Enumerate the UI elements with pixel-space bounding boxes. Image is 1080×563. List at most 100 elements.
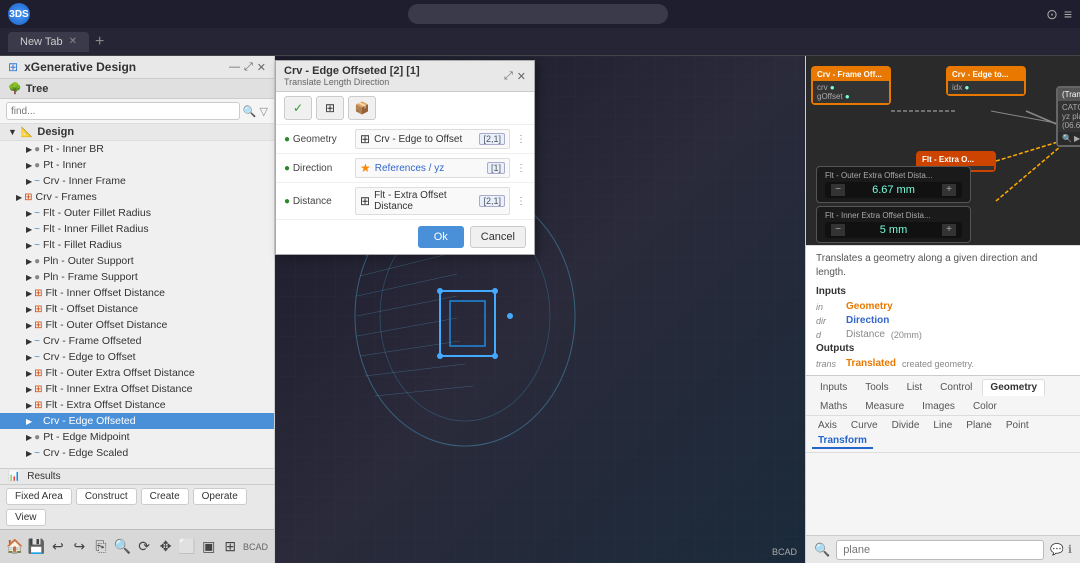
restore-icon[interactable]: ⤢	[244, 61, 253, 74]
dialog-toolbar-btn-3[interactable]: 📦	[348, 96, 376, 120]
props-row-distance: d Distance (20mm)	[816, 329, 1070, 340]
grid-icon[interactable]: ⊞	[221, 534, 239, 560]
bottom-tab-measure[interactable]: Measure	[857, 398, 912, 415]
tree-item[interactable]: ▶~Flt - Fillet Radius	[0, 237, 274, 253]
menu-icon[interactable]: ≡	[1064, 6, 1072, 23]
search-bar[interactable]	[408, 4, 668, 24]
distance-expand-icon[interactable]: ⋮	[516, 196, 526, 207]
tree-item[interactable]: ▶~Crv - Edge Offseted	[0, 413, 274, 429]
slider-inner-plus[interactable]: +	[942, 224, 956, 236]
tree-item[interactable]: ▶~Crv - Edge Scaled	[0, 445, 274, 461]
tree-item[interactable]: ▶●Pt - Inner	[0, 157, 274, 173]
toolbar-tab-construct[interactable]: Construct	[76, 488, 137, 505]
design-section-header[interactable]: ▼ 📐 Design	[0, 124, 274, 141]
render-icon[interactable]: ▣	[200, 534, 218, 560]
toolbar-tab-operate[interactable]: Operate	[193, 488, 247, 505]
item-type-icon: ~	[34, 336, 40, 347]
dialog-resize-icon[interactable]: ⤢	[504, 70, 513, 83]
tree-item[interactable]: ▶●Pln - Frame Support	[0, 269, 274, 285]
tree-item[interactable]: ▶⊞Flt - Extra Offset Distance	[0, 397, 274, 413]
node-translate[interactable]: (Translate) CATC... in yz pla... (06.67m…	[1056, 86, 1080, 147]
copy-icon[interactable]: ⎘	[92, 534, 110, 560]
toolbar-tab-create[interactable]: Create	[141, 488, 189, 505]
bottom-search-input[interactable]	[836, 540, 1044, 560]
tree-item[interactable]: ▶●Pln - Outer Support	[0, 253, 274, 269]
undo-icon[interactable]: ↩	[49, 534, 67, 560]
tree-item[interactable]: ▶●Pt - Edge Midpoint	[0, 429, 274, 445]
tab-close-icon[interactable]: ✕	[69, 36, 77, 47]
tree-item[interactable]: ▶~Flt - Outer Fillet Radius	[0, 205, 274, 221]
filter-icon[interactable]: ▽	[260, 105, 268, 118]
bottom-tab-images[interactable]: Images	[914, 398, 963, 415]
bottom-tab-maths[interactable]: Maths	[812, 398, 855, 415]
slider-inner[interactable]: Flt - Inner Extra Offset Dista... − 5 mm…	[816, 206, 971, 243]
bottom-subtab-divide[interactable]: Divide	[886, 419, 926, 432]
dialog-cancel-button[interactable]: Cancel	[470, 226, 526, 248]
bottom-subtab-point[interactable]: Point	[1000, 419, 1035, 432]
box-icon[interactable]: ⬜	[178, 534, 196, 560]
bottom-tab-list[interactable]: List	[899, 379, 931, 396]
dialog-toolbar-btn-2[interactable]: ⊞	[316, 96, 344, 120]
bookmark-icon[interactable]: ⊙	[1046, 6, 1058, 23]
tree-item[interactable]: ▶⊞Flt - Inner Extra Offset Distance	[0, 381, 274, 397]
bottom-tab-control[interactable]: Control	[932, 379, 980, 396]
node-crv-edge[interactable]: Crv - Edge to... idx ●	[946, 66, 1026, 96]
direction-expand-icon[interactable]: ⋮	[516, 163, 526, 174]
tab-new[interactable]: New Tab ✕	[8, 32, 89, 52]
props-row-direction: dir Direction	[816, 315, 1070, 326]
bottom-subtab-transform[interactable]: Transform	[812, 434, 873, 449]
minimize-icon[interactable]: —	[229, 61, 240, 74]
node-graph[interactable]: Crv - Frame Off... crv ● gOffset ● Crv -…	[806, 56, 1080, 245]
move-icon[interactable]: ✥	[157, 534, 175, 560]
slider-outer-plus[interactable]: +	[942, 184, 956, 196]
dialog-label-geometry: ● Geometry	[284, 134, 349, 145]
tree-item[interactable]: ▶⊞Flt - Offset Distance	[0, 301, 274, 317]
dialog-ok-button[interactable]: Ok	[418, 226, 464, 248]
find-icon[interactable]: 🔍	[243, 105, 257, 118]
tree-item[interactable]: ▶~Crv - Inner Frame	[0, 173, 274, 189]
tree-item[interactable]: ▶⊞Crv - Frames	[0, 189, 274, 205]
tree-item[interactable]: ▶⊞Flt - Inner Offset Distance	[0, 285, 274, 301]
bottom-tab-color[interactable]: Color	[965, 398, 1005, 415]
home-icon[interactable]: 🏠	[6, 534, 24, 560]
bottom-subtab-axis[interactable]: Axis	[812, 419, 843, 432]
bottom-tab-geometry[interactable]: Geometry	[982, 379, 1045, 396]
top-search-input[interactable]	[408, 4, 668, 24]
toolbar-tab-view[interactable]: View	[6, 509, 46, 526]
dialog-direction-content[interactable]: ★ References / yz [1]	[355, 158, 510, 178]
dialog-close-icon[interactable]: ✕	[517, 70, 526, 83]
results-section[interactable]: 📊 Results	[0, 468, 274, 484]
rotate-icon[interactable]: ⟳	[135, 534, 153, 560]
geometry-expand-icon[interactable]: ⋮	[516, 134, 526, 145]
bottom-subtab-curve[interactable]: Curve	[845, 419, 884, 432]
tree-item[interactable]: ▶~Crv - Frame Offseted	[0, 333, 274, 349]
tree-item[interactable]: ▶~Crv - Edge to Offset	[0, 349, 274, 365]
bottom-tab-inputs[interactable]: Inputs	[812, 379, 855, 396]
dialog-toolbar-btn-1[interactable]: ✓	[284, 96, 312, 120]
dialog-row-distance: ● Distance ⊞ Flt - Extra Offset Distance…	[276, 183, 534, 220]
redo-icon[interactable]: ↪	[71, 534, 89, 560]
props-inputs-title: Inputs	[816, 286, 1070, 297]
close-icon[interactable]: ✕	[257, 61, 266, 74]
slider-inner-minus[interactable]: −	[831, 224, 845, 236]
slider-outer[interactable]: Flt - Outer Extra Offset Dista... − 6.67…	[816, 166, 971, 203]
bottom-subtab-plane[interactable]: Plane	[960, 419, 998, 432]
find-input[interactable]	[6, 102, 240, 120]
bottom-tab-tools[interactable]: Tools	[857, 379, 896, 396]
toolbar-tab-fixed-area[interactable]: Fixed Area	[6, 488, 72, 505]
dialog-distance-content[interactable]: ⊞ Flt - Extra Offset Distance [2,1]	[355, 187, 510, 215]
chat-icon[interactable]: 💬	[1050, 543, 1064, 556]
info-icon[interactable]: ℹ	[1068, 543, 1072, 556]
search-icon[interactable]: 🔍	[114, 534, 132, 560]
slider-outer-minus[interactable]: −	[831, 184, 845, 196]
node-crv-frame[interactable]: Crv - Frame Off... crv ● gOffset ●	[811, 66, 891, 105]
tree-item[interactable]: ▶●Pt - Inner BR	[0, 141, 274, 157]
save-icon[interactable]: 💾	[28, 534, 46, 560]
tree-item[interactable]: ▶~Flt - Inner Fillet Radius	[0, 221, 274, 237]
bottom-subtab-line[interactable]: Line	[927, 419, 958, 432]
tree-item[interactable]: ▶⊞Flt - Outer Offset Distance	[0, 317, 274, 333]
item-type-icon: ⊞	[34, 304, 42, 315]
new-tab-button[interactable]: +	[95, 34, 104, 50]
dialog-geometry-content[interactable]: ⊞ Crv - Edge to Offset [2,1]	[355, 129, 510, 149]
tree-item[interactable]: ▶⊞Flt - Outer Extra Offset Distance	[0, 365, 274, 381]
